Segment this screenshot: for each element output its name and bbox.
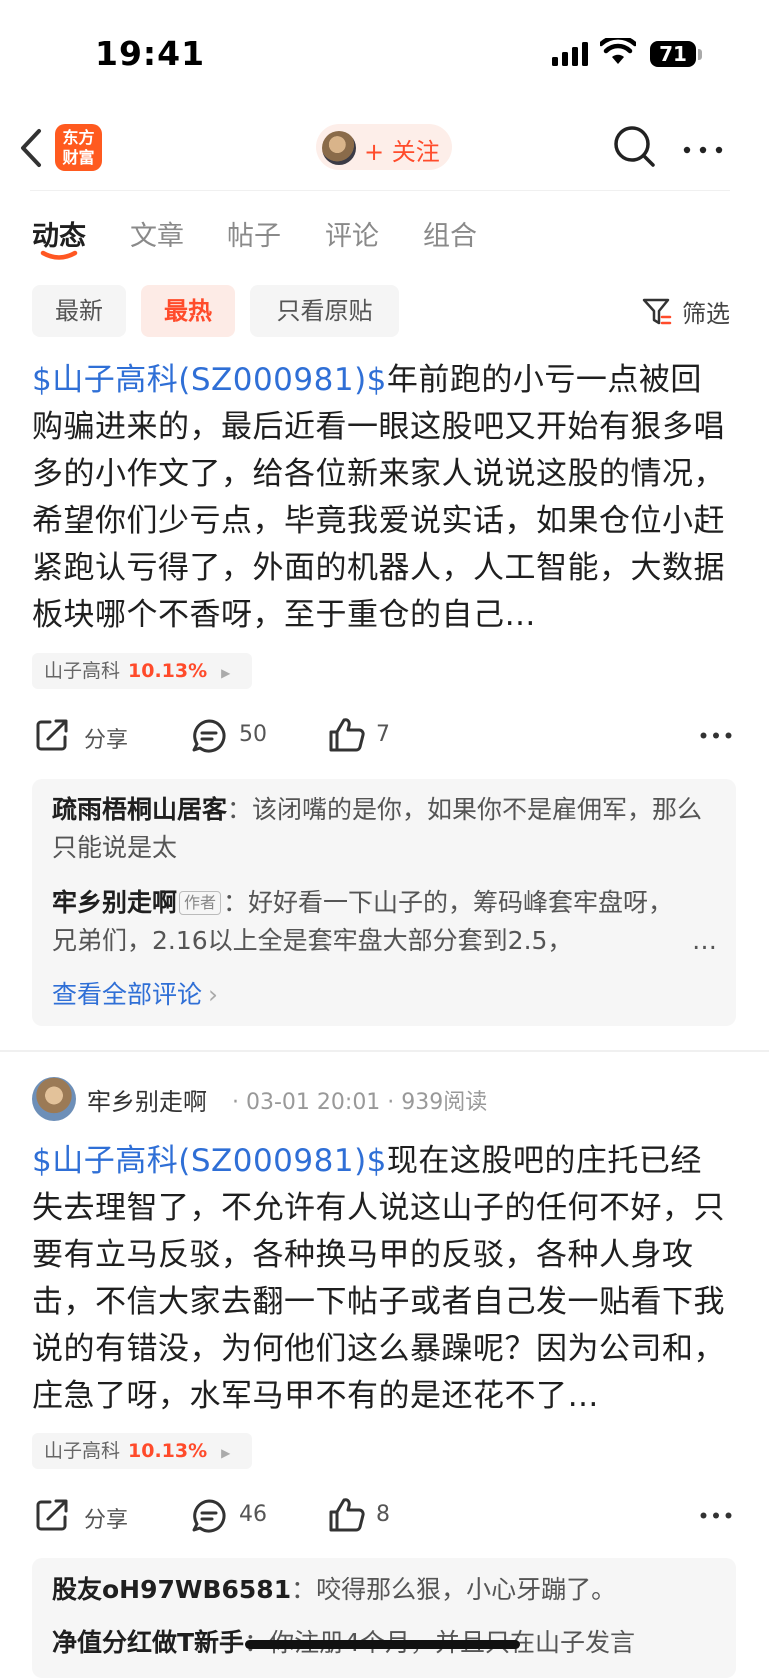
post-body-text: 年前跑的小亏一点被回购骗进来的，最后近看一眼这股吧又开始有狠多唱多的小作文了，给… [32, 362, 725, 633]
comment-item[interactable]: 疏雨梧桐山居客：该闭嘴的是你，如果你不是雇佣军，那么只能说是太 [52, 791, 717, 867]
stock-tag-link[interactable]: $山子高科(SZ000981)$ [32, 1143, 387, 1179]
view-all-label: 查看全部评论 [52, 980, 203, 1009]
post-more-icon[interactable] [700, 732, 732, 739]
post-divider [0, 1050, 769, 1052]
chevron-right-icon: ▶ [221, 1446, 231, 1460]
view-all-comments-link[interactable]: 查看全部评论 › [52, 975, 218, 1011]
filter-latest[interactable]: 最新 [32, 285, 126, 337]
share-icon[interactable] [34, 1497, 70, 1533]
comment-icon[interactable] [191, 1498, 227, 1534]
more-options-icon[interactable] [683, 146, 723, 154]
like-count[interactable]: 8 [376, 1502, 390, 1527]
wifi-icon [600, 38, 636, 64]
comment-user[interactable]: 疏雨梧桐山居客 [52, 795, 227, 824]
comment-count[interactable]: 46 [239, 1502, 267, 1527]
eastmoney-logo[interactable]: 东方 财富 [55, 124, 102, 171]
filter-original-only[interactable]: 只看原贴 [250, 285, 399, 337]
tab-dynamic[interactable]: 动态 [32, 214, 86, 253]
logo-line2: 财富 [62, 148, 95, 167]
comment-item[interactable]: 股友oH97WB6581：咬得那么狠，小心牙蹦了。 [52, 1571, 717, 1609]
tab-active-indicator [40, 250, 78, 260]
stock-chip[interactable]: 山子高科 10.13% ▶ [32, 1433, 252, 1469]
stock-chip[interactable]: 山子高科 10.13% ▶ [32, 653, 252, 689]
tab-articles[interactable]: 文章 [130, 214, 184, 253]
post-body[interactable]: $山子高科(SZ000981)$现在这股吧的庄托已经失去理智了，不允许有人说这山… [32, 1138, 732, 1420]
comment-text: ：咬得那么狠，小心牙蹦了。 [291, 1575, 617, 1604]
share-icon[interactable] [34, 717, 70, 753]
post-body[interactable]: $山子高科(SZ000981)$年前跑的小亏一点被回购骗进来的，最后近看一眼这股… [32, 357, 732, 639]
logo-line1: 东方 [62, 128, 95, 147]
search-icon[interactable] [612, 124, 658, 170]
tab-comments[interactable]: 评论 [325, 214, 379, 253]
filter-hottest[interactable]: 最热 [141, 285, 235, 337]
filter-label[interactable]: 筛选 [682, 294, 730, 329]
battery-cap [698, 49, 702, 60]
comment-user[interactable]: 净值分红做T新手 [52, 1628, 244, 1657]
stock-name: 山子高科 [44, 660, 121, 682]
filter-icon[interactable] [642, 297, 672, 327]
stock-change: 10.13% [128, 660, 208, 682]
comment-count[interactable]: 50 [239, 722, 267, 747]
stock-tag-link[interactable]: $山子高科(SZ000981)$ [32, 362, 387, 398]
author-avatar[interactable] [32, 1077, 76, 1121]
user-avatar [322, 131, 356, 165]
home-indicator[interactable] [245, 1640, 520, 1649]
stock-change: 10.13% [128, 1440, 208, 1462]
like-count[interactable]: 7 [376, 722, 390, 747]
author-badge: 作者 [179, 891, 222, 915]
share-label[interactable]: 分享 [84, 1502, 128, 1534]
share-label[interactable]: 分享 [84, 722, 128, 754]
tab-portfolio[interactable]: 组合 [423, 214, 477, 253]
follow-label[interactable]: + 关注 [364, 132, 440, 167]
chevron-right-icon: ▶ [221, 666, 231, 680]
comment-ellipsis: … [692, 926, 717, 955]
comment-icon[interactable] [191, 718, 227, 754]
like-thumb-icon[interactable] [328, 1496, 366, 1534]
status-time: 19:41 [95, 34, 206, 73]
author-name[interactable]: 牢乡别走啊 [87, 1082, 207, 1117]
nav-divider [30, 190, 730, 191]
comment-user[interactable]: 牢乡别走啊 [52, 888, 177, 917]
stock-name: 山子高科 [44, 1440, 121, 1462]
tab-posts[interactable]: 帖子 [227, 214, 281, 253]
cellular-signal-icon [552, 42, 588, 66]
like-thumb-icon[interactable] [328, 716, 366, 754]
comment-user[interactable]: 股友oH97WB6581 [52, 1575, 291, 1604]
post-body-text: 现在这股吧的庄托已经失去理智了，不允许有人说这山子的任何不好，只要有立马反驳，各… [32, 1143, 725, 1414]
comment-item[interactable]: 牢乡别走啊 作者 ：好好看一下山子的，筹码峰套牢盘呀，兄弟们，2.16以上全是套牢盘… [52, 884, 692, 960]
post-more-icon[interactable] [700, 1512, 732, 1519]
chevron-right-icon: › [208, 980, 219, 1009]
battery-indicator: 71 [650, 41, 696, 67]
post-meta: · 03-01 20:01 · 939阅读 [232, 1090, 488, 1115]
back-arrow-icon[interactable] [18, 126, 44, 170]
